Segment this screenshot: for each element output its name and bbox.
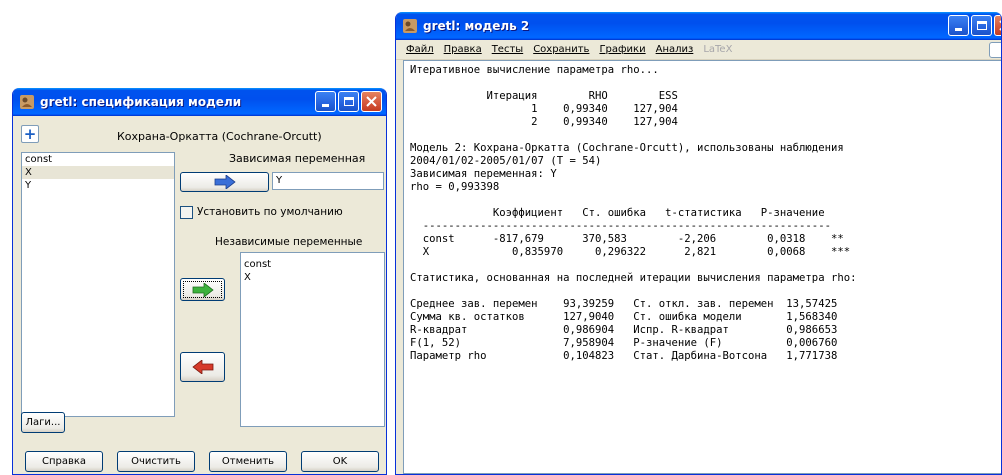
menu-file[interactable]: Файл — [406, 44, 434, 55]
output-line: Итеративное вычисление параметра rho... — [410, 64, 659, 76]
menu-tests[interactable]: Тесты — [492, 44, 523, 55]
output-line: const -817,679 370,583 -2,206 0,0318 ** — [410, 233, 844, 245]
output-line: Итерация RHO ESS — [410, 90, 678, 102]
list-item-x[interactable]: X — [241, 271, 384, 284]
output-line: Среднее зав. перемен 93,39259 Ст. откл. … — [410, 298, 838, 310]
minimize-button[interactable] — [948, 15, 969, 36]
list-item-y[interactable]: Y — [22, 179, 174, 192]
gretl-app-icon — [403, 19, 417, 33]
model-spec-dialog: gretl: спецификация модели + Кохрана-Орк… — [12, 88, 387, 475]
model-output-text[interactable]: Итеративное вычисление параметра rho... … — [403, 60, 1001, 474]
arrow-left-icon — [191, 360, 213, 374]
menu-bar: Файл Правка Тесты Сохранить Графики Анал… — [396, 40, 1001, 60]
output-line: Коэффициент Ст. ошибка t-статистика P-зн… — [410, 207, 825, 219]
ok-button[interactable]: OK — [301, 451, 379, 472]
independent-label: Независимые переменные — [215, 236, 363, 248]
maximize-button[interactable] — [971, 15, 992, 36]
arrow-right-icon — [192, 282, 214, 297]
menu-save[interactable]: Сохранить — [533, 44, 589, 55]
close-icon — [366, 96, 377, 107]
add-independent-button[interactable] — [180, 278, 225, 301]
model-window-title: gretl: модель 2 — [423, 19, 530, 33]
output-line: Зависимая переменная: Y — [410, 168, 557, 180]
list-item-const[interactable]: const — [22, 153, 174, 166]
close-button[interactable] — [994, 15, 1001, 36]
arrow-right-icon — [214, 175, 236, 189]
remove-independent-button[interactable] — [180, 352, 225, 382]
menu-analysis[interactable]: Анализ — [656, 44, 694, 55]
minimize-button[interactable] — [315, 91, 336, 112]
output-line: Сумма кв. остатков 127,9040 Ст. ошибка м… — [410, 311, 838, 323]
output-line: Статистика, основанная на последней итер… — [410, 272, 857, 284]
lags-button[interactable]: Лаги... — [21, 412, 65, 433]
close-button[interactable] — [361, 91, 382, 112]
spec-window-title: gretl: спецификация модели — [40, 95, 242, 109]
output-line: 1 0,99340 127,904 — [410, 103, 678, 115]
default-checkbox-label: Установить по умолчанию — [197, 206, 343, 218]
output-line: 2 0,99340 127,904 — [410, 116, 678, 128]
menu-edit[interactable]: Правка — [444, 44, 482, 55]
output-line: X 0,835970 0,296322 2,821 0,0068 *** — [410, 246, 851, 258]
list-item-const[interactable]: const — [241, 258, 384, 271]
model-titlebar[interactable]: gretl: модель 2 — [396, 12, 1001, 40]
dependent-variable-field[interactable]: Y — [272, 172, 384, 190]
output-line: rho = 0,993398 — [410, 181, 500, 193]
variables-list[interactable]: const X Y — [21, 152, 175, 417]
output-line: Параметр rho 0,104823 Стат. Дарбина-Вотс… — [410, 350, 838, 362]
menu-graphs[interactable]: Графики — [599, 44, 645, 55]
output-line: F(1, 52) 7,958904 P-значение (F) 0,00676… — [410, 337, 838, 349]
maximize-button[interactable] — [338, 91, 359, 112]
help-button[interactable]: Справка — [25, 451, 103, 472]
menu-latex[interactable]: LaTeX — [703, 44, 732, 55]
output-line: Модель 2: Кохрана-Оркатта (Cochrane-Orcu… — [410, 142, 844, 154]
cancel-button[interactable]: Отменить — [209, 451, 287, 472]
method-label: Кохрана-Оркатта (Cochrane-Orcutt) — [117, 130, 322, 143]
independent-variables-list[interactable]: const X — [240, 252, 385, 427]
dependent-label: Зависимая переменная — [229, 152, 366, 165]
spec-titlebar[interactable]: gretl: спецификация модели — [13, 88, 386, 116]
add-plus-button[interactable]: + — [21, 125, 39, 143]
plus-icon: + — [23, 124, 37, 143]
output-line: R-квадрат 0,986904 Испр. R-квадрат 0,986… — [410, 324, 838, 336]
model-output-window: gretl: модель 2 Файл Правка Тесты Сохран… — [395, 12, 1002, 475]
output-line: ----------------------------------------… — [410, 220, 831, 232]
set-dependent-button[interactable] — [180, 172, 269, 192]
list-item-x[interactable]: X — [22, 166, 174, 179]
clear-button[interactable]: Очистить — [117, 451, 195, 472]
default-checkbox[interactable] — [180, 206, 193, 219]
gretl-app-icon — [20, 95, 34, 109]
output-line: 2004/01/02-2005/01/07 (T = 54) — [410, 155, 602, 167]
copy-icon[interactable] — [989, 42, 1001, 58]
